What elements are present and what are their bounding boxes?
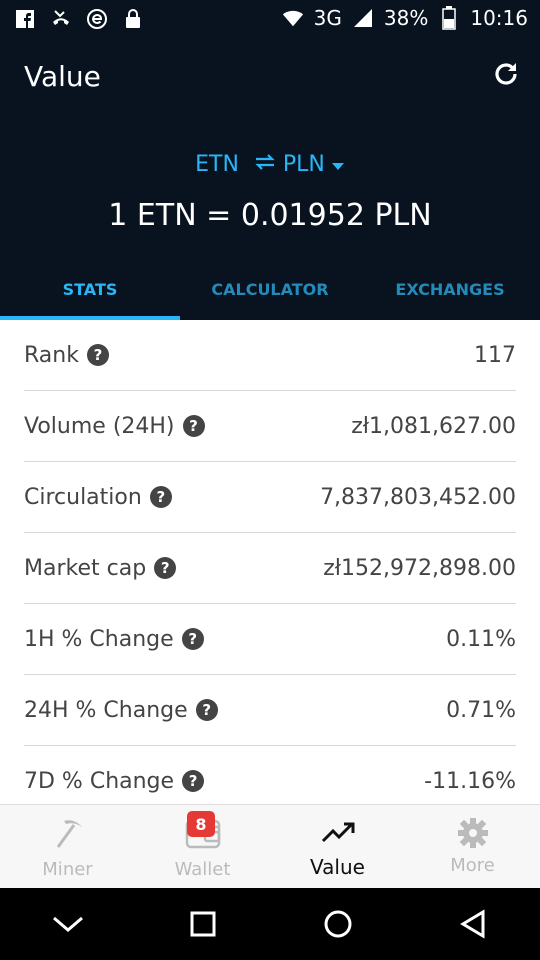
wifi-icon [282,7,304,29]
swap-icon [253,152,277,177]
lock-icon [122,8,144,30]
stat-value: zł152,972,898.00 [323,555,516,581]
stat-row-rank: Rank ? 117 [24,320,516,391]
bottom-navigation: Miner 8 Wallet Value More [0,804,540,889]
battery-icon [438,6,460,30]
network-type: 3G [313,6,342,30]
currency-pair-selector[interactable]: ETN PLN [0,152,540,177]
dropdown-caret-icon [331,152,345,177]
battery-percent: 38% [383,6,429,30]
refresh-icon[interactable] [490,58,522,90]
stats-list: Rank ? 117 Volume (24H) ? zł1,081,627.00… [0,320,540,804]
exchange-rate: 1 ETN = 0.01952 PLN [108,198,432,233]
trending-up-icon [320,815,356,851]
stat-label-wrap: Volume (24H) ? [24,414,205,439]
nav-label: More [450,855,495,876]
help-icon[interactable]: ? [149,486,172,508]
tab-stats[interactable]: STATS [0,270,180,320]
nav-label: Value [310,855,365,879]
home-icon[interactable] [318,904,358,944]
help-icon[interactable]: ? [182,415,205,437]
nav-value[interactable]: Value [270,805,405,889]
e-app-icon [86,8,108,30]
stat-row-volume: Volume (24H) ? zł1,081,627.00 [24,391,516,462]
stat-label: Market cap [24,555,147,581]
stat-row-1h-change: 1H % Change ? 0.11% [24,604,516,675]
stat-label: 7D % Change [24,768,175,794]
nav-wallet[interactable]: 8 Wallet [135,805,270,889]
notification-icons [14,8,144,30]
stat-label-wrap: Circulation ? [24,485,172,510]
clock: 10:16 [470,6,528,30]
stat-value: -11.16% [424,768,516,794]
stat-value: 0.71% [446,697,516,723]
stat-label: Rank [24,342,79,368]
stat-label: 1H % Change [24,626,174,652]
nav-label: Miner [42,859,93,880]
stat-label-wrap: 7D % Change ? [24,768,205,794]
tab-calculator[interactable]: CALCULATOR [180,270,360,320]
system-status: 3G 38% 10:16 [282,6,528,30]
facebook-icon [14,8,36,30]
collapse-icon[interactable] [48,904,88,944]
pair-from: ETN [195,152,239,177]
back-icon[interactable] [453,904,493,944]
stat-row-market-cap: Market cap ? zł152,972,898.00 [24,533,516,604]
help-icon[interactable]: ? [195,699,218,721]
stat-row-24h-change: 24H % Change ? 0.71% [24,675,516,746]
stat-label-wrap: Rank ? [24,343,109,368]
nav-miner[interactable]: Miner [0,805,135,889]
help-icon[interactable]: ? [86,344,109,366]
stat-label: Volume (24H) [24,413,175,439]
app-header: Value ETN PLN 1 ETN = 0.01952 PLN STATS … [0,40,540,320]
help-icon[interactable]: ? [181,628,204,650]
pickaxe-icon [50,815,86,851]
stat-value: 117 [474,342,516,368]
tab-exchanges[interactable]: EXCHANGES [360,270,540,320]
stat-row-circulation: Circulation ? 7,837,803,452.00 [24,462,516,533]
tab-bar: STATS CALCULATOR EXCHANGES [0,270,540,320]
gear-icon [455,815,491,851]
signal-icon [352,7,374,29]
missed-call-icon [50,8,72,30]
stat-value: zł1,081,627.00 [351,413,516,439]
tab-label: STATS [62,280,118,299]
tab-label: EXCHANGES [395,280,505,299]
stat-label-wrap: Market cap ? [24,555,177,581]
tab-label: CALCULATOR [211,280,329,299]
stat-label-wrap: 1H % Change ? [24,627,204,652]
page-title: Value [24,60,101,93]
stat-label-wrap: 24H % Change ? [24,698,218,723]
wallet-badge: 8 [187,811,215,837]
nav-label: Wallet [174,859,231,880]
help-icon[interactable]: ? [182,770,205,792]
recents-icon[interactable] [183,904,223,944]
nav-more[interactable]: More [405,805,540,889]
status-bar: 3G 38% 10:16 [0,0,540,40]
pair-to: PLN [282,152,325,177]
help-icon[interactable]: ? [154,557,177,579]
stat-value: 0.11% [446,626,516,652]
system-navigation-bar [0,888,540,960]
stat-label: 24H % Change [24,697,188,723]
stat-label: Circulation [24,484,142,510]
stat-value: 7,837,803,452.00 [320,484,516,510]
